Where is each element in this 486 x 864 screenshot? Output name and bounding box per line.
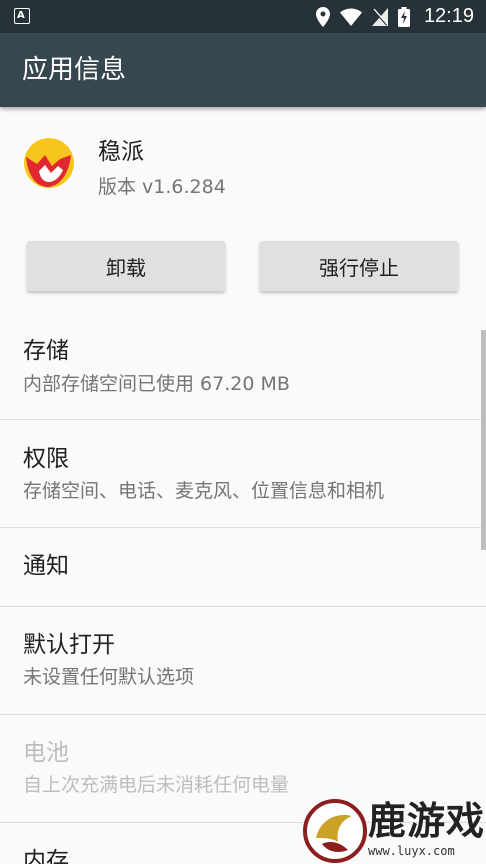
storage-row[interactable]: 存储 内部存储空间已使用 67.20 MB: [0, 330, 486, 420]
location-icon: [315, 6, 330, 27]
notifications-row[interactable]: 通知: [0, 528, 486, 606]
permissions-subtitle: 存储空间、电话、麦克风、位置信息和相机: [23, 480, 385, 502]
battery-charging-icon: [397, 6, 410, 27]
status-bar: A 12:19: [0, 0, 486, 33]
uninstall-button[interactable]: 卸载: [27, 241, 225, 291]
no-sim-icon: [371, 7, 388, 26]
app-header: [0, 107, 486, 225]
app-name: 稳派: [98, 139, 144, 165]
page-title: 应用信息: [22, 55, 127, 85]
force-stop-button[interactable]: 强行停止: [260, 241, 458, 291]
notifications-title: 通知: [23, 553, 69, 579]
permissions-title: 权限: [23, 446, 69, 472]
storage-subtitle: 内部存储空间已使用 67.20 MB: [23, 373, 290, 395]
notification-a-icon: A: [14, 8, 30, 24]
app-version: 版本 v1.6.284: [98, 176, 226, 198]
status-icons: 12:19: [315, 0, 474, 33]
battery-title: 电池: [23, 740, 69, 766]
permissions-row[interactable]: 权限 存储空间、电话、麦克风、位置信息和相机: [0, 420, 486, 527]
memory-title: 内存: [23, 848, 69, 864]
scrollbar[interactable]: [481, 330, 486, 550]
watermark-text: 鹿游戏: [368, 798, 486, 843]
battery-subtitle: 自上次充满电后未消耗任何电量: [23, 774, 290, 796]
wifi-icon: [339, 8, 362, 26]
storage-title: 存储: [23, 338, 69, 364]
deer-logo-icon: [303, 799, 367, 863]
open-by-default-title: 默认打开: [23, 632, 115, 658]
watermark: 鹿游戏 www.luyx.com: [300, 796, 486, 864]
open-by-default-subtitle: 未设置任何默认选项: [23, 666, 195, 688]
clock: 12:19: [423, 5, 474, 27]
watermark-url: www.luyx.com: [368, 844, 455, 858]
open-by-default-row[interactable]: 默认打开 未设置任何默认选项: [0, 607, 486, 714]
app-logo-icon: [23, 137, 75, 189]
app-bar: 应用信息: [0, 33, 486, 107]
